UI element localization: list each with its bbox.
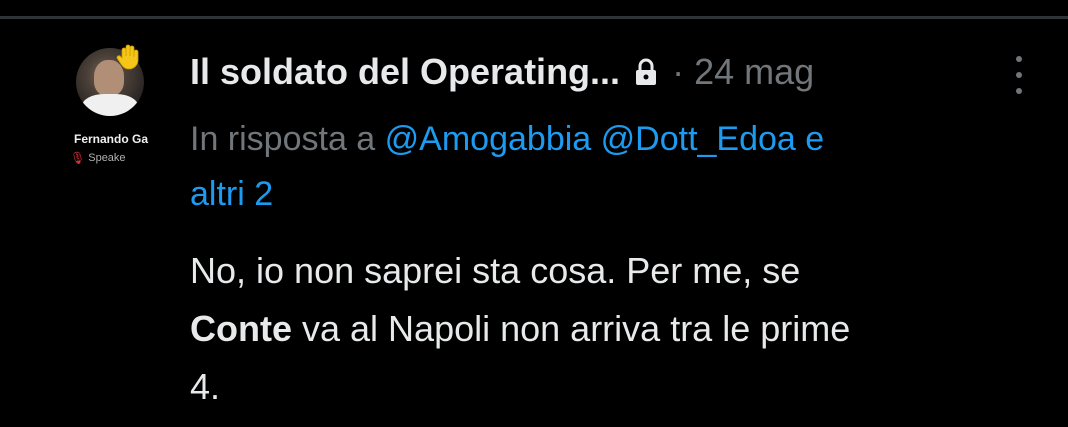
author-avatar-column[interactable]: Fernando Ga 🎙 Speake: [56, 44, 166, 178]
author-display-name[interactable]: Il soldato del Operating...: [190, 51, 620, 93]
tweet-date[interactable]: 24 mag: [694, 51, 814, 93]
avatar-overlay-subtitle: 🎙 Speake: [70, 151, 160, 165]
more-dot: [1016, 56, 1022, 62]
lock-icon: [634, 58, 658, 86]
avatar-overlay-subtitle-text: Speake: [88, 152, 126, 164]
mention-link[interactable]: @Dott_Edoa: [601, 120, 796, 158]
tweet-text-bold: Conte: [190, 308, 292, 349]
tweet-text-line: 4.: [190, 366, 221, 407]
more-dot: [1016, 88, 1022, 94]
tweet-text-line: No, io non saprei sta cosa. Per me, se: [190, 250, 801, 291]
reply-prefix: In risposta a: [190, 120, 376, 158]
tweet-text-line: va al Napoli non arriva tra le prime: [292, 308, 851, 349]
tweet-text: No, io non saprei sta cosa. Per me, se C…: [190, 242, 1040, 416]
mention-link[interactable]: @Amogabbia: [385, 120, 592, 158]
microphone-icon: 🎙: [70, 151, 86, 165]
avatar-shirt: [82, 94, 138, 116]
top-divider: [0, 16, 1068, 19]
tweet-header: Il soldato del Operating... · 24 mag: [190, 44, 814, 100]
reply-others-link[interactable]: altri 2: [190, 175, 273, 213]
raised-hand-icon: [116, 44, 140, 70]
reply-context: In risposta a @Amogabbia @Dott_Edoa e al…: [190, 112, 1040, 222]
more-dot: [1016, 72, 1022, 78]
reply-conjunction[interactable]: e: [805, 120, 824, 158]
header-separator: ·: [672, 51, 685, 92]
avatar-overlay-name: Fernando Ga: [73, 132, 148, 146]
more-vertical-icon[interactable]: [1014, 56, 1024, 94]
